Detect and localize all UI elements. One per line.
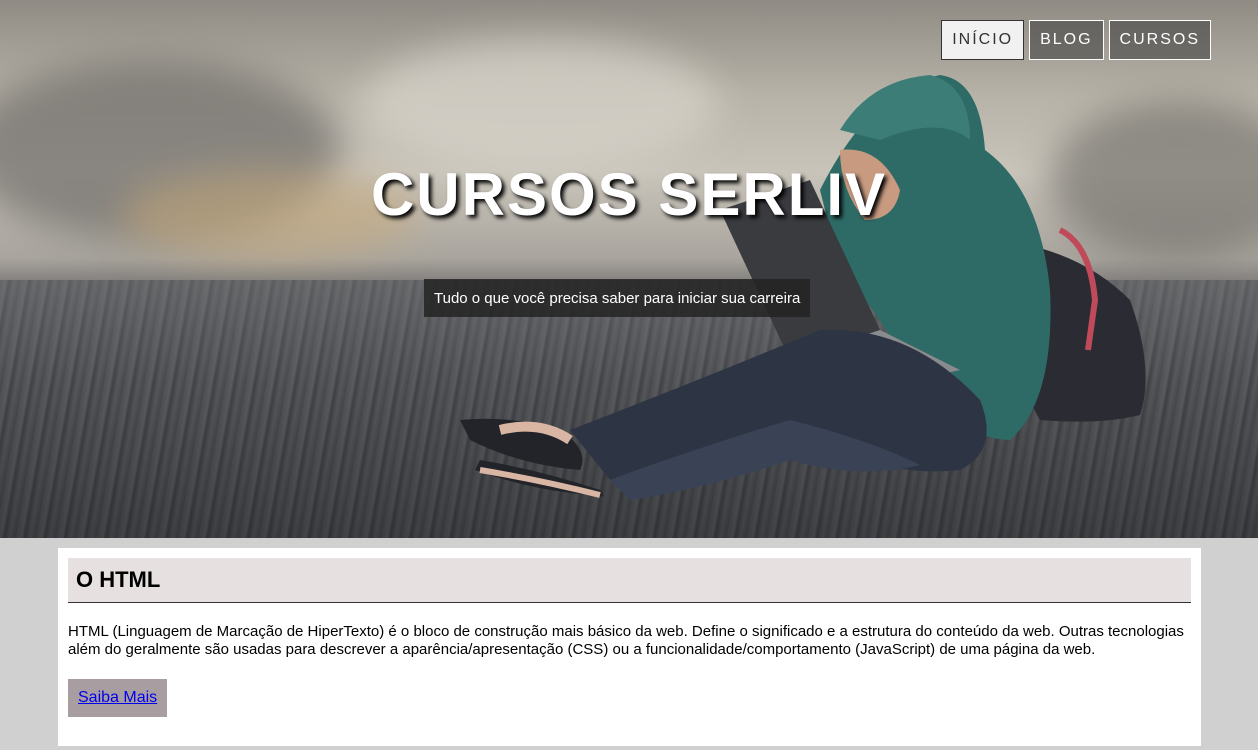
section-title: O HTML [76,567,161,592]
saiba-mais-button[interactable]: Saiba Mais [68,679,168,717]
hero-title: CURSOS SERLIV [370,161,888,228]
top-nav: INÍCIO BLOG CURSOS [941,20,1211,60]
section-header: O HTML [68,558,1191,603]
hero-subtitle: Tudo o que você precisa saber para inici… [424,279,811,317]
nav-item-cursos[interactable]: CURSOS [1108,20,1211,60]
nav-item-blog[interactable]: BLOG [1029,20,1104,60]
nav-item-inicio[interactable]: INÍCIO [941,20,1025,60]
content-card: O HTML HTML (Linguagem de Marcação de Hi… [58,548,1201,746]
section-text: HTML (Linguagem de Marcação de HiperText… [68,623,1184,658]
hero-banner [0,0,1258,538]
